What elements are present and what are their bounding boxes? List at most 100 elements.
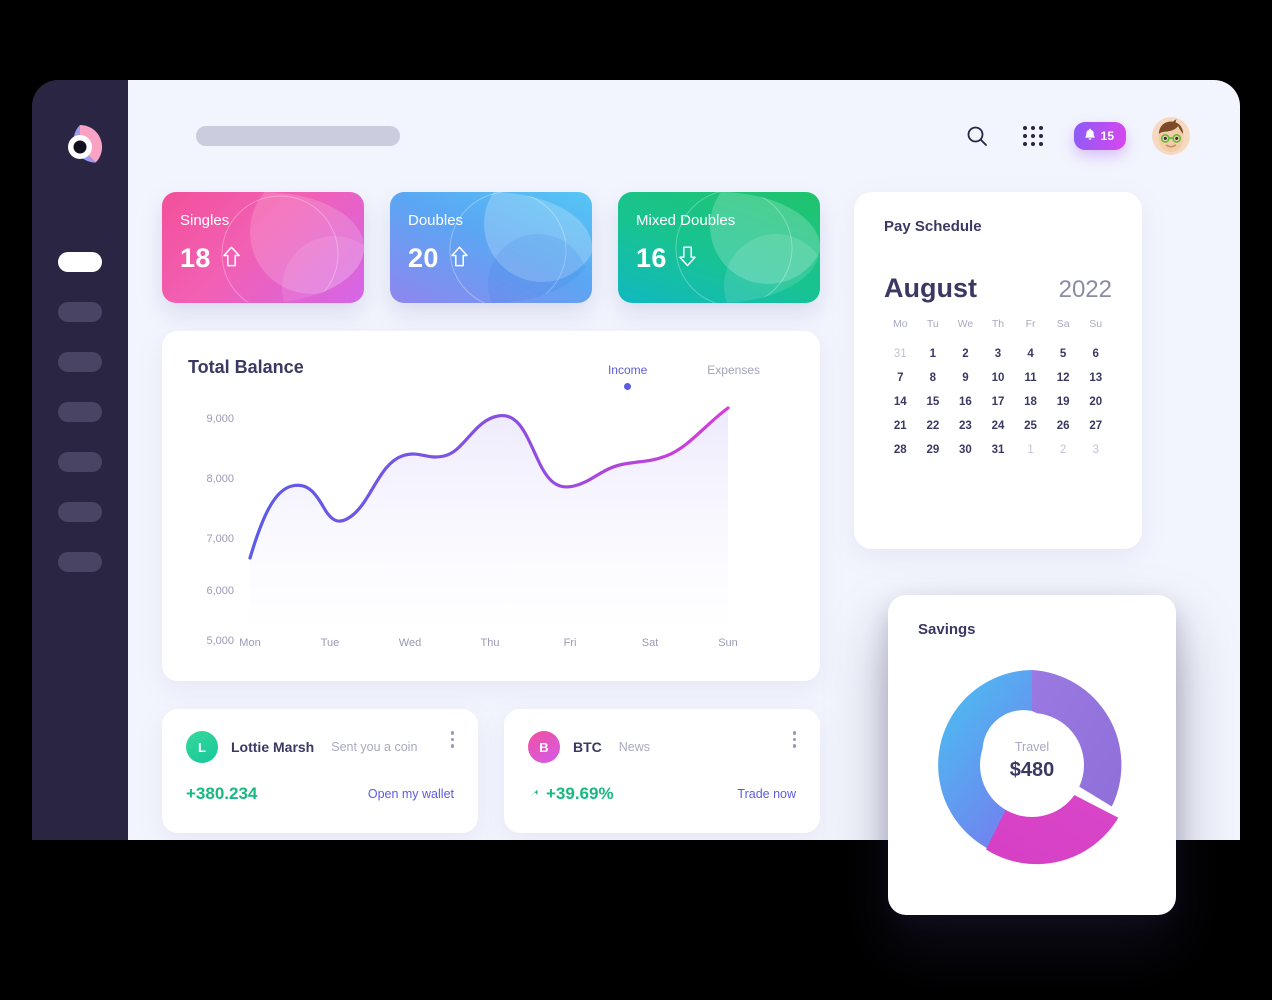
calendar-month[interactable]: August	[884, 273, 977, 304]
stat-card-doubles[interactable]: Doubles 20	[390, 192, 592, 303]
legend-item-income[interactable]: Income	[608, 363, 647, 390]
calendar-day[interactable]: 29	[917, 444, 950, 456]
avatar: B	[528, 731, 560, 763]
calendar-day[interactable]: 20	[1079, 396, 1112, 408]
legend-item-expenses[interactable]: Expenses	[707, 363, 760, 390]
savings-panel: Savings Travel $480	[888, 595, 1176, 915]
left-column: Singles 18 Doubles 20 Mixed Doubles 16 T…	[162, 192, 820, 833]
trend-up-icon	[528, 784, 539, 804]
calendar-day[interactable]: 25	[1014, 420, 1047, 432]
open-wallet-link[interactable]: Open my wallet	[368, 787, 454, 801]
calendar-day[interactable]: 9	[949, 372, 982, 384]
svg-text:Sun: Sun	[718, 637, 738, 649]
calendar-header: August 2022	[884, 273, 1112, 304]
amount-value: +380.234	[186, 784, 258, 803]
calendar-day[interactable]: 1	[917, 348, 950, 360]
transaction-card-btc[interactable]: B BTC News +39.69% Trade now	[504, 709, 820, 833]
x-axis-labels: Mon Tue Wed Thu Fri Sat Sun	[239, 637, 737, 649]
avatar: L	[186, 731, 218, 763]
sidebar-item-2[interactable]	[58, 302, 102, 322]
notifications-button[interactable]: 15	[1073, 122, 1126, 150]
svg-text:Sat: Sat	[642, 637, 659, 649]
transaction-card-lottie[interactable]: L Lottie Marsh Sent you a coin +380.234 …	[162, 709, 478, 833]
sidebar-item-4[interactable]	[58, 402, 102, 422]
stat-label: Doubles	[408, 212, 464, 229]
trade-now-link[interactable]: Trade now	[737, 787, 796, 801]
arrow-up-icon	[450, 245, 469, 273]
calendar-day[interactable]: 11	[1014, 372, 1047, 384]
calendar-day[interactable]: 2	[949, 348, 982, 360]
sidebar-item-3[interactable]	[58, 352, 102, 372]
stat-card-singles[interactable]: Singles 18	[162, 192, 364, 303]
calendar-day[interactable]: 24	[982, 420, 1015, 432]
calendar-day[interactable]: 4	[1014, 348, 1047, 360]
chart-area	[250, 408, 728, 624]
calendar-day[interactable]: 6	[1079, 348, 1112, 360]
calendar-day[interactable]: 19	[1047, 396, 1080, 408]
sidebar-item-1[interactable]	[58, 252, 102, 272]
calendar-day[interactable]: 23	[949, 420, 982, 432]
calendar-day[interactable]: 17	[982, 396, 1015, 408]
calendar-day[interactable]: 28	[884, 444, 917, 456]
stat-value: 20	[408, 243, 439, 273]
svg-text:Thu: Thu	[481, 637, 500, 649]
kebab-menu-icon[interactable]	[450, 731, 454, 748]
calendar-dow-th: Th	[991, 318, 1005, 330]
user-avatar[interactable]	[1152, 117, 1190, 155]
calendar-grid: Mo Tu We Th Fr Sa Su 31 1 2 3 4 5 6 7 8 9 10 11 12 13 14 15 16 1…	[884, 318, 1112, 456]
calendar-day[interactable]: 1	[1014, 444, 1047, 456]
calendar-day[interactable]: 12	[1047, 372, 1080, 384]
calendar-year[interactable]: 2022	[1059, 276, 1112, 304]
kebab-menu-icon[interactable]	[792, 731, 796, 748]
calendar-day[interactable]: 2	[1047, 444, 1080, 456]
legend-label: Income	[607, 363, 648, 377]
search-icon[interactable]	[962, 121, 992, 151]
svg-text:8,000: 8,000	[206, 473, 234, 485]
y-axis-labels: 9,000 8,000 7,000 6,000 5,000	[206, 413, 234, 647]
search-input[interactable]	[196, 126, 400, 146]
calendar-day[interactable]: 5	[1047, 348, 1080, 360]
stat-label: Singles	[180, 212, 230, 229]
savings-amount: $480	[1009, 759, 1055, 781]
calendar-day[interactable]: 3	[1079, 444, 1112, 456]
stat-label: Mixed Doubles	[636, 212, 736, 229]
stat-card-mixed-doubles[interactable]: Mixed Doubles 16	[618, 192, 820, 303]
total-balance-chart-card: Total Balance Income Expenses 9,000 8,00…	[162, 331, 820, 681]
sidebar-item-6[interactable]	[58, 502, 102, 522]
calendar-day[interactable]: 31	[982, 444, 1015, 456]
savings-donut-chart: Travel $480	[918, 654, 1146, 876]
chart-plot: 9,000 8,000 7,000 6,000 5,000 Mon Tue We…	[188, 398, 794, 658]
calendar-day[interactable]: 21	[884, 420, 917, 432]
calendar-day[interactable]: 27	[1079, 420, 1112, 432]
legend-active-dot	[624, 383, 632, 390]
sidebar-item-5[interactable]	[58, 452, 102, 472]
calendar-day[interactable]: 7	[884, 372, 917, 384]
svg-text:Fri: Fri	[564, 637, 577, 649]
panel-title: Savings	[918, 621, 976, 638]
line-chart-svg: 9,000 8,000 7,000 6,000 5,000 Mon Tue We…	[206, 406, 738, 649]
arrow-up-icon	[222, 245, 241, 273]
calendar-day[interactable]: 8	[917, 372, 950, 384]
grid-apps-icon[interactable]	[1018, 121, 1048, 151]
topbar-actions: 15	[962, 117, 1190, 155]
sidebar-item-7[interactable]	[58, 552, 102, 572]
arrow-down-icon	[678, 245, 697, 273]
stat-value: 18	[180, 243, 211, 273]
calendar-day[interactable]: 15	[917, 396, 950, 408]
calendar-day[interactable]: 18	[1014, 396, 1047, 408]
chart-title: Total Balance	[188, 357, 304, 377]
calendar-day[interactable]: 30	[949, 444, 982, 456]
contact-name: BTC	[573, 739, 602, 755]
calendar-day[interactable]: 10	[982, 372, 1015, 384]
app-logo[interactable]	[55, 122, 105, 172]
calendar-day[interactable]: 16	[949, 396, 982, 408]
calendar-day[interactable]: 14	[884, 396, 917, 408]
panel-title: Pay Schedule	[884, 218, 982, 235]
calendar-day[interactable]: 31	[884, 348, 917, 360]
savings-category: Travel	[1014, 740, 1050, 754]
calendar-dow-mo: Mo	[892, 318, 908, 330]
calendar-day[interactable]: 3	[982, 348, 1015, 360]
calendar-day[interactable]: 13	[1079, 372, 1112, 384]
calendar-day[interactable]: 22	[917, 420, 950, 432]
calendar-day[interactable]: 26	[1047, 420, 1080, 432]
